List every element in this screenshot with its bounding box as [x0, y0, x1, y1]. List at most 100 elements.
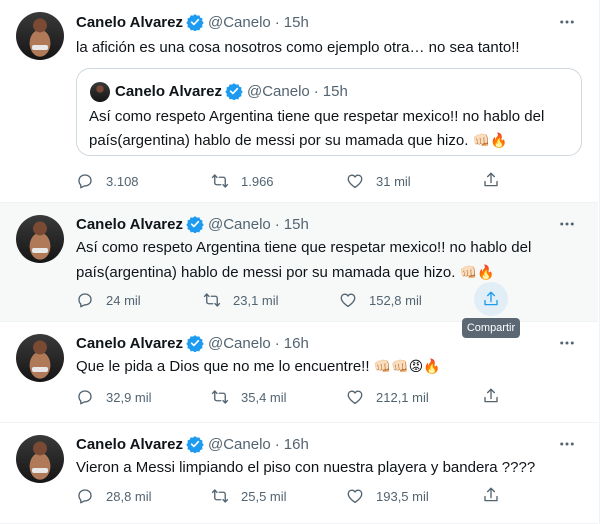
retweet-icon: [211, 489, 229, 503]
avatar[interactable]: [16, 215, 64, 263]
timestamp[interactable]: 15h: [284, 216, 309, 233]
reply-button[interactable]: 32,9 mil: [76, 387, 152, 407]
quote-author-name: Canelo Alvarez: [115, 82, 222, 100]
emoji: 👊🏻🔥: [459, 265, 495, 281]
more-options-icon[interactable]: [558, 13, 576, 31]
tweet-actions: 24 mil 23,1 mil 152,8 mil: [76, 282, 508, 316]
like-button[interactable]: 212,1 mil: [346, 387, 429, 407]
retweet-icon: [211, 174, 229, 188]
emoji: 👊🏻👊🏻😡🔥: [373, 359, 441, 375]
quote-timestamp: 15h: [322, 82, 348, 100]
author-handle[interactable]: @Canelo: [208, 436, 271, 453]
share-tooltip: Compartir: [462, 318, 520, 338]
reply-button[interactable]: 3.108: [76, 171, 139, 191]
tweet-header: Canelo Alvarez @Canelo · 15h: [76, 12, 309, 32]
like-icon: [347, 390, 363, 405]
tweet-header: Canelo Alvarez @Canelo · 16h: [76, 434, 309, 454]
timestamp[interactable]: 15h: [284, 14, 309, 31]
reply-count: 24 mil: [106, 292, 141, 308]
share-icon: [484, 291, 498, 306]
retweet-count: 25,5 mil: [241, 488, 287, 504]
like-button[interactable]: 31 mil: [346, 171, 411, 191]
share-button[interactable]: [474, 163, 508, 197]
quote-text: Así como respeto Argentina tiene que res…: [89, 105, 569, 153]
separator-dot: ·: [274, 215, 280, 233]
retweet-button[interactable]: 35,4 mil: [211, 387, 287, 407]
retweet-count: 23,1 mil: [233, 292, 279, 308]
like-button[interactable]: 152,8 mil: [339, 290, 422, 310]
timestamp[interactable]: 16h: [284, 335, 309, 352]
quote-avatar: [90, 82, 110, 102]
like-count: 152,8 mil: [369, 292, 422, 308]
tweet-actions: 3.108 1.966 31 mil: [76, 171, 506, 191]
retweet-icon: [203, 293, 221, 307]
verified-badge-icon: [186, 335, 204, 352]
verified-badge-icon: [186, 436, 204, 453]
more-options-icon[interactable]: [558, 435, 576, 453]
tweet-feed: Canelo Alvarez @Canelo · 15h la afición …: [0, 0, 600, 524]
reply-icon: [78, 293, 92, 308]
separator-dot: ·: [274, 435, 280, 453]
share-icon: [484, 487, 498, 502]
like-icon: [340, 293, 356, 308]
reply-button[interactable]: 28,8 mil: [76, 486, 152, 506]
timestamp[interactable]: 16h: [284, 436, 309, 453]
author-handle[interactable]: @Canelo: [208, 216, 271, 233]
tweet-header: Canelo Alvarez @Canelo · 15h: [76, 214, 309, 234]
reply-count: 32,9 mil: [106, 389, 152, 405]
author-handle[interactable]: @Canelo: [208, 14, 271, 31]
retweet-button[interactable]: 25,5 mil: [211, 486, 287, 506]
share-icon: [484, 388, 498, 403]
like-icon: [347, 174, 363, 189]
like-count: 31 mil: [376, 173, 411, 189]
avatar[interactable]: [16, 435, 64, 483]
like-button[interactable]: 193,5 mil: [346, 486, 429, 506]
tweet-text: Vieron a Messi limpiando el piso con nue…: [76, 459, 536, 476]
verified-badge-icon: [186, 216, 204, 233]
retweet-icon: [211, 390, 229, 404]
like-count: 212,1 mil: [376, 389, 429, 405]
share-icon: [484, 172, 498, 187]
tweet[interactable]: Canelo Alvarez @Canelo · 16h Vieron a Me…: [0, 423, 598, 524]
quote-author-handle: @Canelo: [247, 82, 310, 100]
tweet-actions: 32,9 mil 35,4 mil 212,1 mil: [76, 387, 506, 407]
tweet-header: Canelo Alvarez @Canelo · 16h: [76, 333, 309, 353]
more-options-icon[interactable]: [558, 334, 576, 352]
tweet-text-body: Que le pida a Dios que no me lo encuentr…: [76, 358, 370, 375]
separator-dot: ·: [274, 13, 280, 31]
reply-button[interactable]: 24 mil: [76, 290, 141, 310]
tweet[interactable]: Canelo Alvarez @Canelo · 15h la afición …: [0, 0, 598, 203]
reply-count: 28,8 mil: [106, 488, 152, 504]
like-count: 193,5 mil: [376, 488, 429, 504]
retweet-count: 35,4 mil: [241, 389, 287, 405]
author-name[interactable]: Canelo Alvarez: [76, 436, 183, 453]
quote-header: Canelo Alvarez @Canelo · 15h: [115, 80, 348, 102]
verified-badge-icon: [225, 83, 243, 100]
emoji: 👊🏻🔥: [472, 133, 508, 149]
author-name[interactable]: Canelo Alvarez: [76, 216, 183, 233]
avatar[interactable]: [16, 334, 64, 382]
retweet-button[interactable]: 1.966: [211, 171, 274, 191]
share-button[interactable]: [474, 379, 508, 413]
reply-icon: [78, 174, 92, 189]
reply-count: 3.108: [106, 173, 139, 189]
separator-dot: ·: [313, 82, 319, 100]
tweet[interactable]: Canelo Alvarez @Canelo · 15h Así como re…: [0, 203, 598, 322]
author-handle[interactable]: @Canelo: [208, 335, 271, 352]
retweet-button[interactable]: 23,1 mil: [203, 290, 279, 310]
separator-dot: ·: [274, 334, 280, 352]
share-button[interactable]: [474, 282, 508, 316]
author-name[interactable]: Canelo Alvarez: [76, 14, 183, 31]
retweet-count: 1.966: [241, 173, 274, 189]
share-button[interactable]: [474, 478, 508, 512]
like-icon: [347, 489, 363, 504]
more-options-icon[interactable]: [558, 215, 576, 233]
avatar[interactable]: [16, 12, 64, 60]
verified-badge-icon: [186, 14, 204, 31]
author-name[interactable]: Canelo Alvarez: [76, 335, 183, 352]
reply-icon: [78, 390, 92, 405]
quoted-tweet[interactable]: Canelo Alvarez @Canelo · 15h Así como re…: [76, 68, 582, 156]
tweet-actions: 28,8 mil 25,5 mil 193,5 mil: [76, 486, 506, 506]
tweet-text: Así como respeto Argentina tiene que res…: [76, 235, 582, 286]
reply-icon: [78, 489, 92, 504]
